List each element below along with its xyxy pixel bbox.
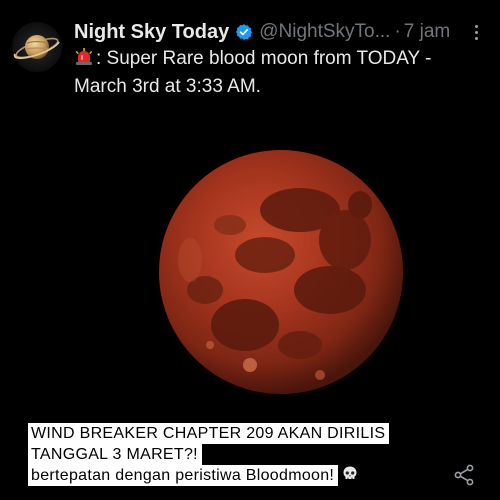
separator-dot: · [394,21,401,42]
display-name[interactable]: Night Sky Today [74,21,229,44]
post-text: : Super Rare blood moon from TODAY - Mar… [74,46,484,99]
post-media[interactable] [0,130,500,430]
siren-emoji-icon [74,47,94,74]
caption-line-3: bertepatan dengan peristiwa Bloodmoon! [28,465,339,486]
post-text-body: : Super Rare blood moon from TODAY - Mar… [74,48,432,97]
post-header: Night Sky Today @NightSkyTo... · 7 jam [74,20,490,44]
media-caption: WIND BREAKER CHAPTER 209 AKAN DIRILIS TA… [28,423,468,486]
saturn-icon [13,35,60,60]
verified-badge-icon [235,23,253,41]
more-vertical-icon[interactable] [468,20,484,44]
caption-line-2: TANGGAL 3 MARET?! [28,444,202,465]
post-timestamp[interactable]: 7 jam [404,21,450,43]
user-handle[interactable]: @NightSkyTo... [259,21,390,43]
skull-emoji-icon [341,465,359,489]
share-icon[interactable] [452,463,476,487]
avatar[interactable] [12,22,62,72]
caption-line-1: WIND BREAKER CHAPTER 209 AKAN DIRILIS [28,423,390,444]
blood-moon-image [149,140,413,404]
